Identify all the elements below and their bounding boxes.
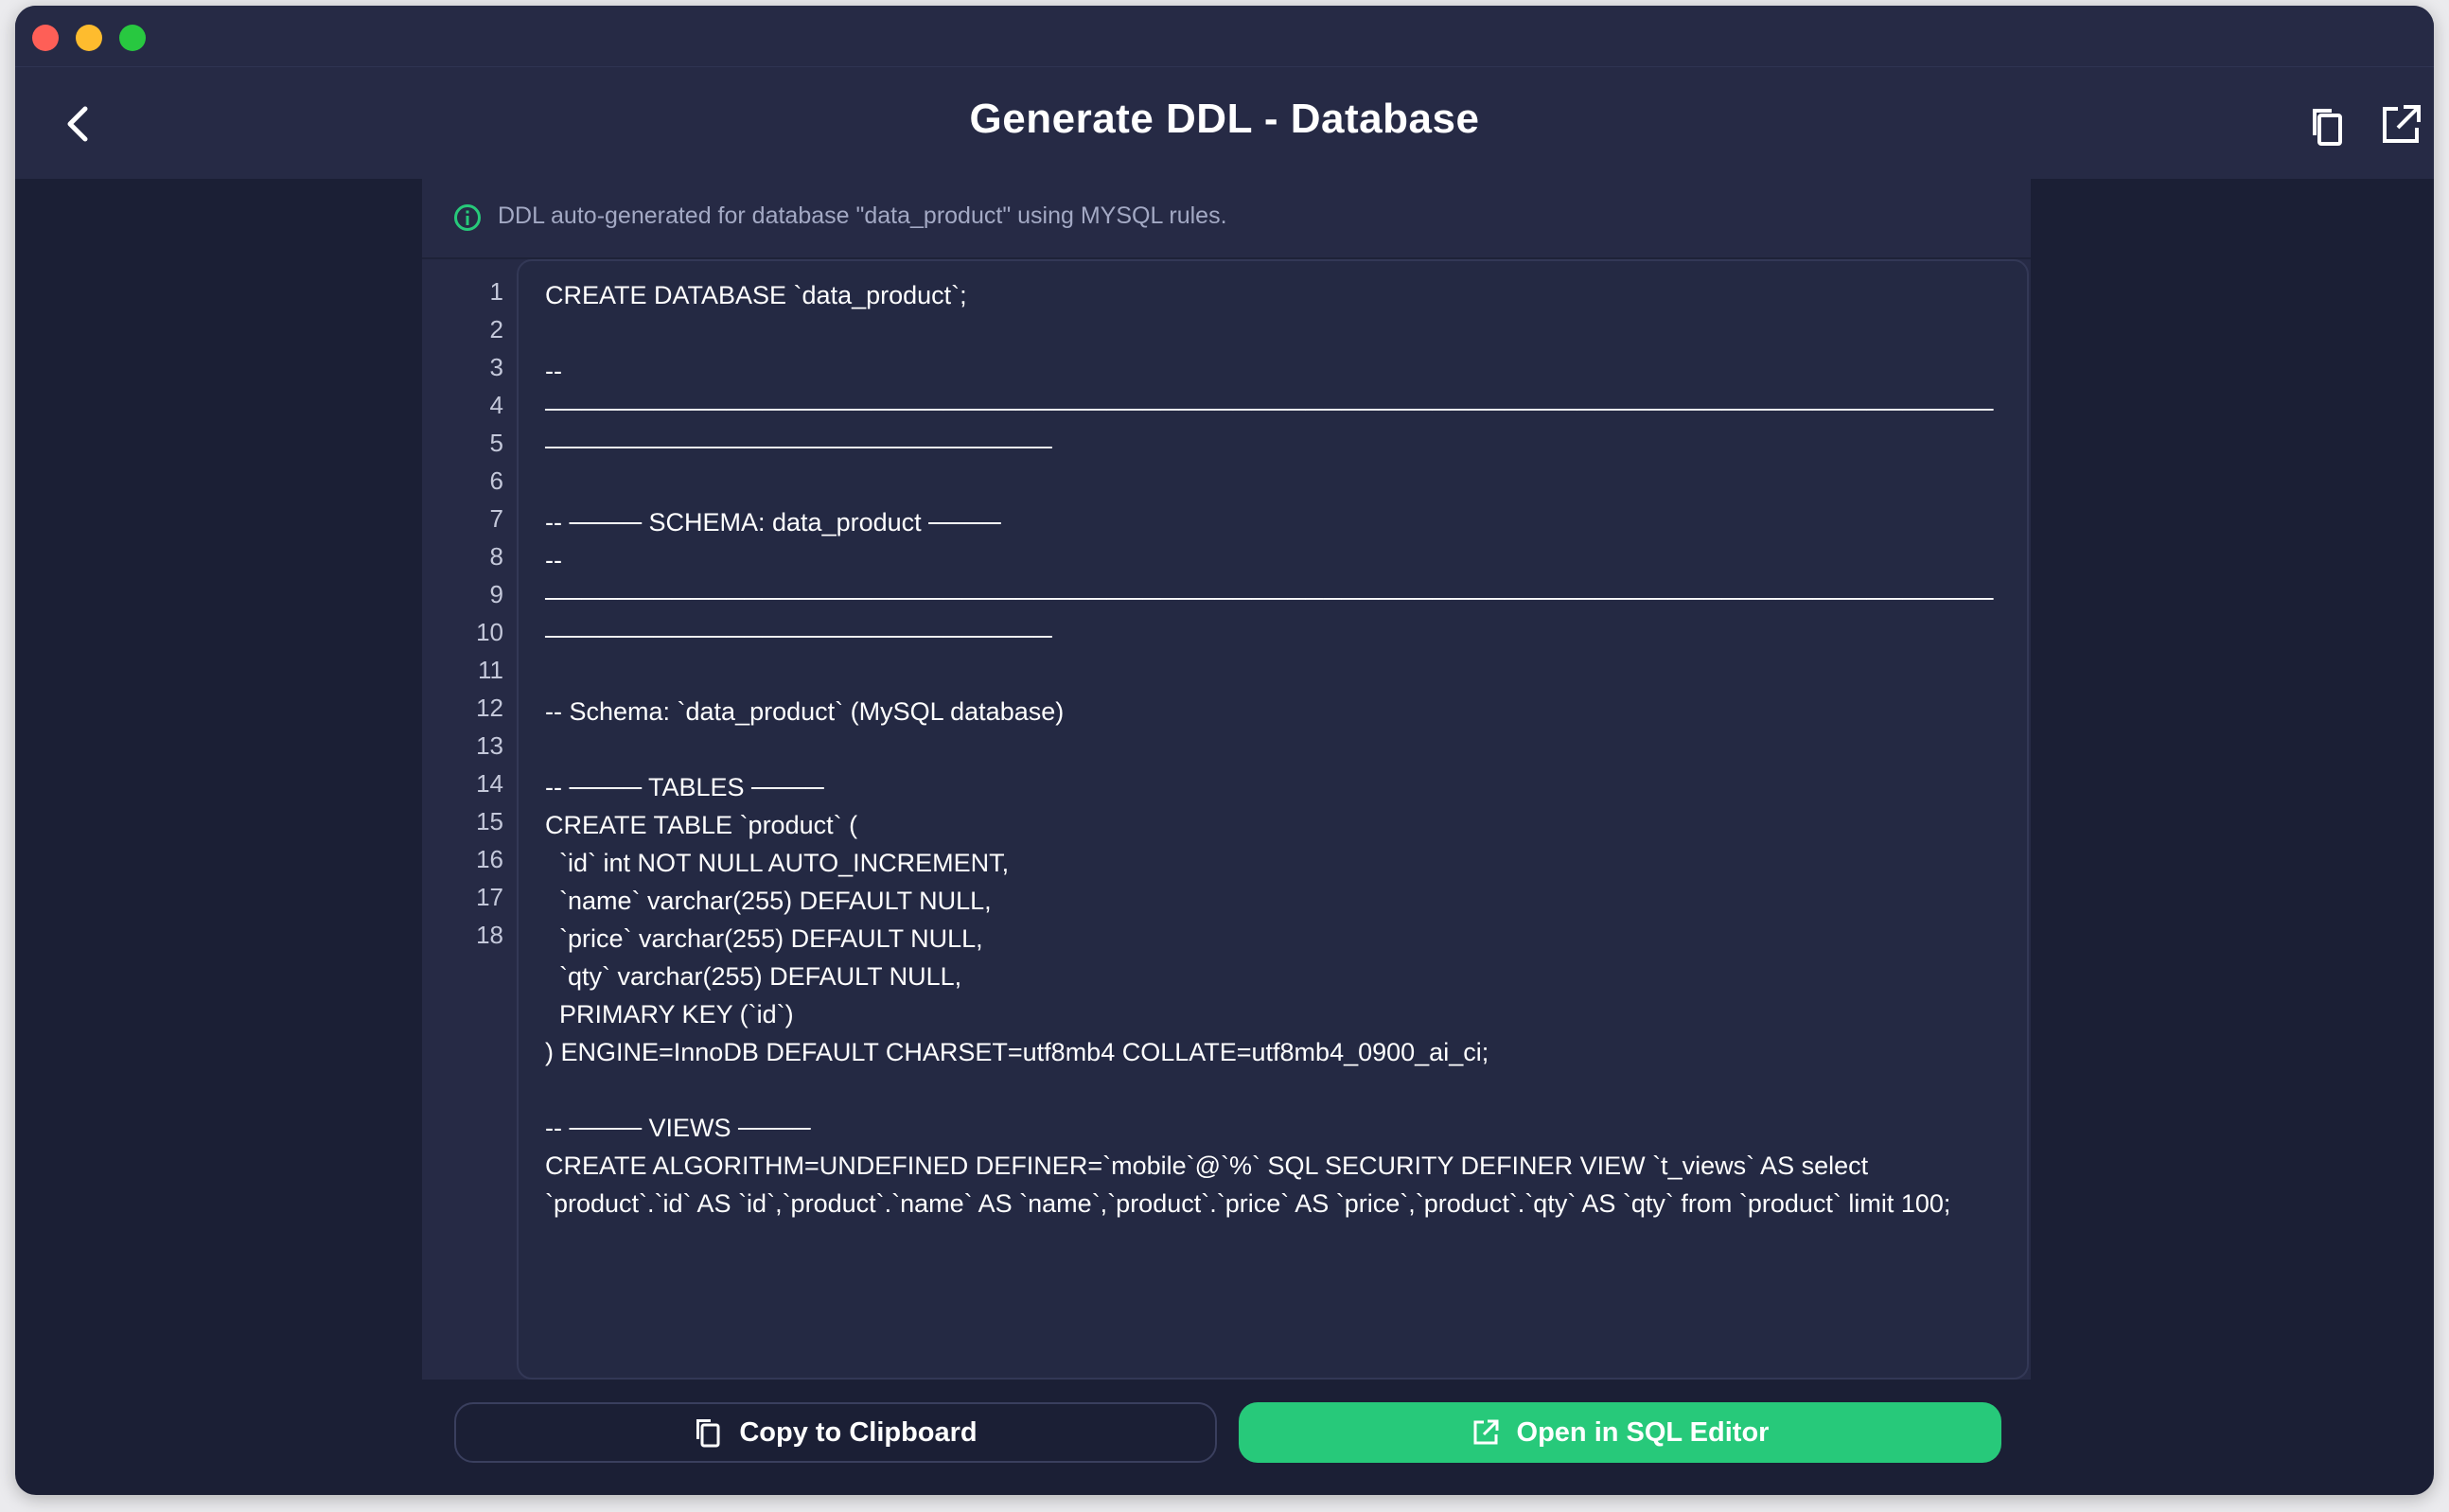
header-copy-button[interactable]: [2303, 101, 2351, 149]
line-number: 14: [476, 769, 503, 798]
code-editor[interactable]: CREATE DATABASE `data_product`; -- ─────…: [517, 259, 2029, 1380]
window-minimize-button[interactable]: [76, 25, 102, 51]
line-number: 9: [489, 580, 503, 608]
open-in-sql-editor-button[interactable]: Open in SQL Editor: [1239, 1402, 2001, 1463]
line-number: 13: [476, 731, 503, 760]
line-number: 16: [476, 845, 503, 873]
line-number: 7: [489, 504, 503, 533]
title-bar: [15, 6, 2434, 66]
line-number: 2: [489, 315, 503, 343]
line-number: 11: [478, 656, 503, 684]
ddl-code[interactable]: CREATE DATABASE `data_product`; -- ─────…: [545, 276, 2002, 1222]
line-number: 5: [489, 429, 503, 457]
line-number: 18: [476, 921, 503, 949]
header-bar: Generate DDL - Database: [15, 66, 2434, 179]
copy-icon: [2313, 109, 2342, 146]
external-link-icon: [1473, 1419, 1499, 1445]
line-number: 6: [489, 466, 503, 495]
line-number: 10: [476, 618, 503, 646]
line-number: 1: [489, 277, 503, 306]
info-message: DDL auto-generated for database "data_pr…: [498, 202, 1227, 229]
copy-to-clipboard-button[interactable]: Copy to Clipboard: [454, 1402, 1217, 1463]
external-link-icon: [2383, 105, 2421, 143]
line-number-gutter: 1 2 3 4 5 6 7 8 9 10 11 12 13 14 15 16 1…: [422, 259, 517, 1380]
line-number: 15: [476, 807, 503, 835]
copy-to-clipboard-label: Copy to Clipboard: [739, 1416, 978, 1448]
line-number: 8: [489, 542, 503, 571]
line-number: 17: [476, 883, 503, 911]
ddl-panel: DDL auto-generated for database "data_pr…: [422, 178, 2031, 1380]
line-number: 3: [489, 353, 503, 381]
header-open-external-button[interactable]: [2377, 101, 2424, 149]
app-window: Generate DDL - Database DDL auto-generat…: [15, 6, 2434, 1495]
info-icon: [454, 204, 481, 231]
line-number: 4: [489, 391, 503, 419]
page-title: Generate DDL - Database: [969, 96, 1480, 142]
open-in-sql-editor-label: Open in SQL Editor: [1516, 1416, 1770, 1448]
window-maximize-button[interactable]: [119, 25, 146, 51]
info-banner: DDL auto-generated for database "data_pr…: [422, 178, 2031, 259]
line-number: 12: [476, 694, 503, 722]
window-close-button[interactable]: [32, 25, 59, 51]
copy-icon: [696, 1419, 720, 1448]
